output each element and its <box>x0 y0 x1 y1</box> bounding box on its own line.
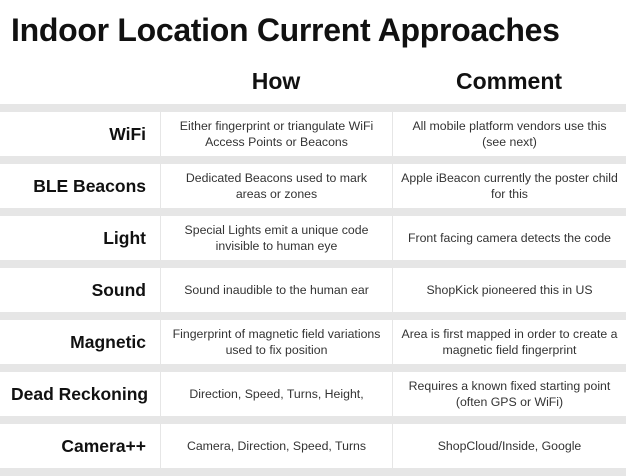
row-label: Light <box>103 227 146 248</box>
comment-cell: ShopKick pioneered this in US <box>392 268 626 312</box>
row-divider <box>0 260 626 268</box>
row-divider <box>0 208 626 216</box>
how-cell: Dedicated Beacons used to mark areas or … <box>160 164 392 208</box>
comment-cell: All mobile platform vendors use this (se… <box>392 112 626 156</box>
row-label: BLE Beacons <box>33 175 146 196</box>
how-cell: Sound inaudible to the human ear <box>160 268 392 312</box>
row-label: Dead Reckoning <box>11 383 149 404</box>
comment-cell: ShopCloud/Inside, Google <box>392 424 626 468</box>
row-divider <box>0 312 626 320</box>
how-cell: Either fingerprint or triangulate WiFi A… <box>160 112 392 156</box>
how-cell: Direction, Speed, Turns, Height, <box>160 372 392 416</box>
column-header-comment: Comment <box>455 68 563 94</box>
row-label: Sound <box>91 279 146 300</box>
row-label: Magnetic <box>70 331 146 352</box>
comment-cell: Area is first mapped in order to create … <box>392 320 626 364</box>
column-header-how: How <box>251 68 301 94</box>
page-title: Indoor Location Current Approaches <box>11 12 560 48</box>
table-row-sound: Sound Sound inaudible to the human ear S… <box>0 268 626 312</box>
table-row-dead-reckoning: Dead Reckoning Direction, Speed, Turns, … <box>0 372 626 416</box>
row-divider <box>0 156 626 164</box>
approaches-table: WiFi Either fingerprint or triangulate W… <box>0 104 626 476</box>
how-cell: Fingerprint of magnetic field variations… <box>160 320 392 364</box>
how-cell: Special Lights emit a unique code invisi… <box>160 216 392 260</box>
how-cell: Camera, Direction, Speed, Turns <box>160 424 392 468</box>
comment-cell: Apple iBeacon currently the poster child… <box>392 164 626 208</box>
row-label: Camera++ <box>61 435 146 456</box>
table-row-wifi: WiFi Either fingerprint or triangulate W… <box>0 112 626 156</box>
table-row-magnetic: Magnetic Fingerprint of magnetic field v… <box>0 320 626 364</box>
table-row-light: Light Special Lights emit a unique code … <box>0 216 626 260</box>
row-label: WiFi <box>109 123 146 144</box>
row-divider <box>0 416 626 424</box>
row-divider <box>0 104 626 112</box>
comment-cell: Front facing camera detects the code <box>392 216 626 260</box>
table-row-camera: Camera++ Camera, Direction, Speed, Turns… <box>0 424 626 468</box>
table-row-ble-beacons: BLE Beacons Dedicated Beacons used to ma… <box>0 164 626 208</box>
comment-cell: Requires a known fixed starting point (o… <box>392 372 626 416</box>
row-divider <box>0 364 626 372</box>
row-divider <box>0 468 626 476</box>
